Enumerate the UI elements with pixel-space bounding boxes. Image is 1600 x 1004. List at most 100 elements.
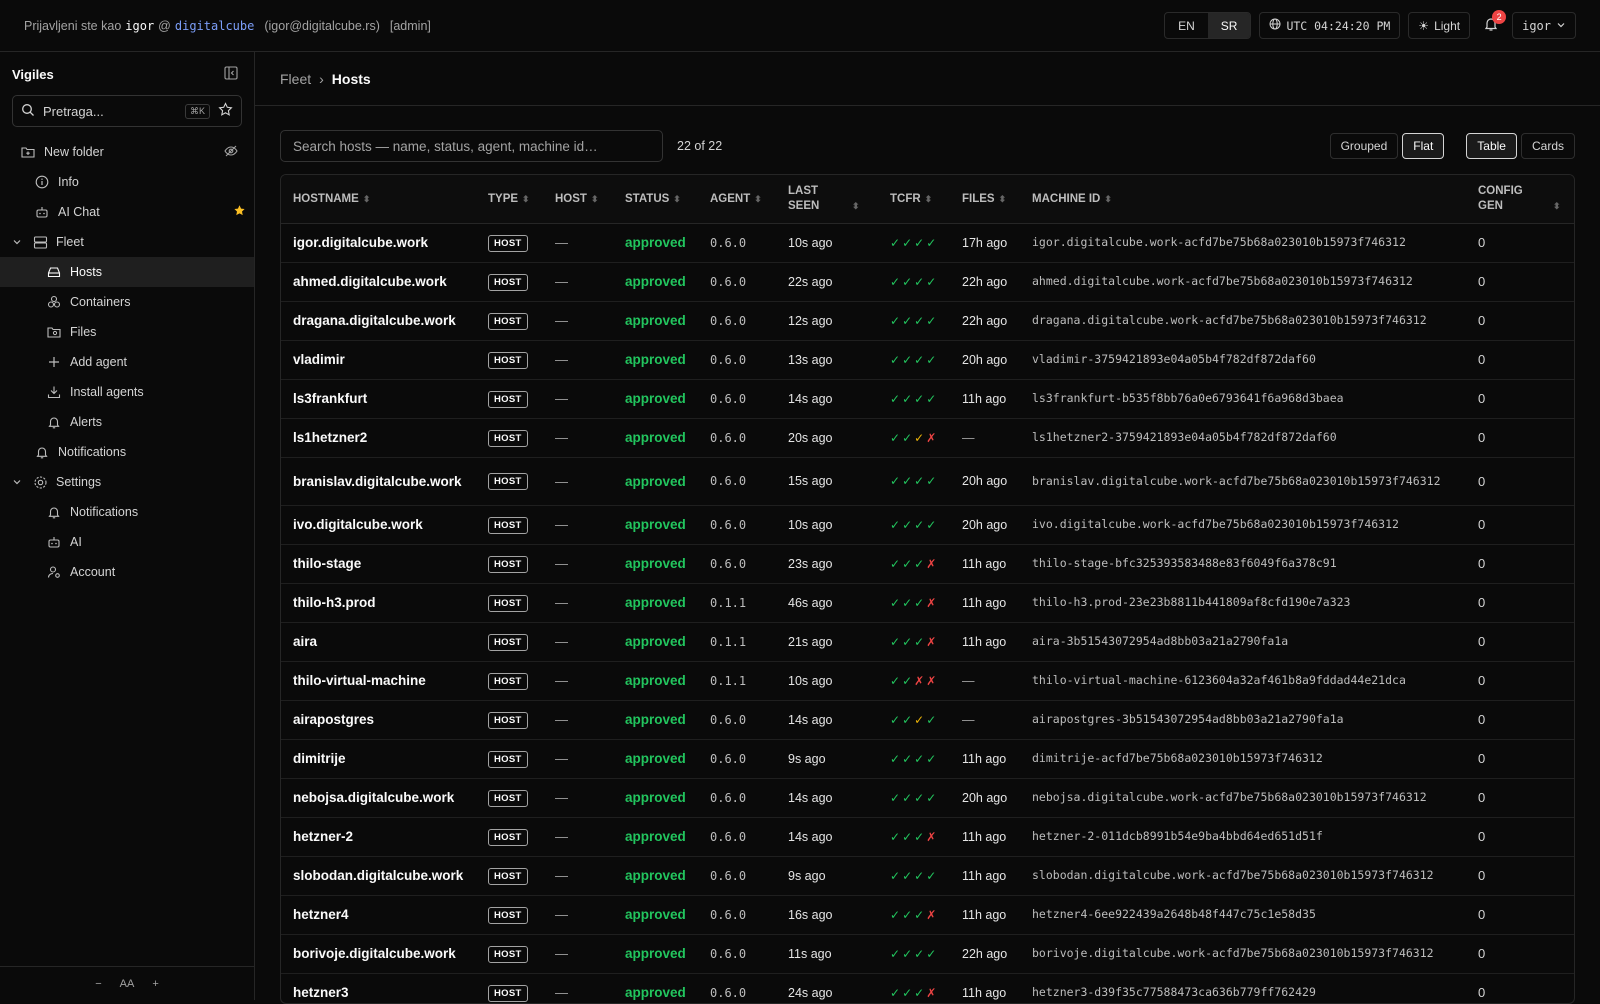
table-row[interactable]: dragana.digitalcube.work HOST — approved 0.6… (281, 301, 1574, 341)
machine-id-cell: ahmed.digitalcube.work-acfd7be75b68a0230… (1020, 262, 1466, 302)
table-row[interactable]: ahmed.digitalcube.work HOST — approved 0.6.0… (281, 262, 1574, 302)
tcfr-ok-icon: ✓ (926, 868, 939, 883)
table-row[interactable]: borivoje.digitalcube.work HOST — approved 0.… (281, 934, 1574, 974)
col-agent[interactable]: AGENT ⬍ (698, 175, 776, 224)
table-row[interactable]: hetzner4 HOST — approved 0.6.0 16s ago ✓✓✓✗ 11h… (281, 895, 1574, 935)
table-row[interactable]: igor.digitalcube.work HOST — approved 0.6.0 1… (281, 223, 1574, 263)
sort-icon: ⬍ (362, 193, 371, 204)
user-menu-button[interactable]: igor (1512, 12, 1576, 39)
table-row[interactable]: thilo-stage HOST — approved 0.6.0 23s ago ✓✓✓✗… (281, 544, 1574, 584)
chevron-down-icon (1556, 19, 1566, 33)
chevron-down-icon[interactable] (12, 477, 26, 487)
table-row[interactable]: vladimir HOST — approved 0.6.0 13s ago ✓✓✓✓ 20h… (281, 340, 1574, 380)
clock-button[interactable]: UTC 04:24:20 PM (1259, 12, 1401, 39)
star-filled-icon[interactable] (233, 204, 246, 220)
agent-version-cell: 0.6.0 (698, 340, 776, 380)
theme-toggle[interactable]: ☀ Light (1408, 12, 1471, 39)
table-row[interactable]: aira HOST — approved 0.1.1 21s ago ✓✓✓✗ 11h ago… (281, 622, 1574, 662)
sidebar-item-alerts[interactable]: Alerts (0, 407, 254, 437)
tcfr-cell: ✓✓✓✗ (878, 817, 950, 857)
sidebar-item-settings-notifications[interactable]: Notifications (0, 497, 254, 527)
sidebar-item-add-agent[interactable]: Add agent (0, 347, 254, 377)
sidebar-item-notifications[interactable]: Notifications (0, 437, 254, 467)
tcfr-cell: ✓✓✓✓ (878, 223, 950, 263)
bell-ring-icon (46, 414, 62, 430)
table-row[interactable]: nebojsa.digitalcube.work HOST — approved 0.6… (281, 778, 1574, 818)
col-machine-id[interactable]: MACHINE ID ⬍ (1020, 175, 1466, 224)
files-cell: 20h ago (950, 340, 1020, 380)
tcfr-cell: ✓✓✓✓ (878, 856, 950, 896)
agent-version-cell: 0.6.0 (698, 856, 776, 896)
table-row[interactable]: ls1hetzner2 HOST — approved 0.6.0 20s ago ✓✓✓✗… (281, 418, 1574, 458)
sidebar-search-input[interactable]: Pretraga... ⌘K (12, 95, 242, 127)
col-type[interactable]: TYPE ⬍ (476, 175, 543, 224)
sidebar-item-install-agents[interactable]: Install agents (0, 377, 254, 407)
col-config-gen[interactable]: CONFIG GEN ⬍ (1466, 175, 1574, 224)
table-row[interactable]: airapostgres HOST — approved 0.6.0 14s ago ✓✓✓… (281, 700, 1574, 740)
table-view-button[interactable]: Table (1466, 133, 1517, 159)
table-row[interactable]: branislav.digitalcube.work HOST — approved 0… (281, 457, 1574, 506)
col-status[interactable]: STATUS ⬍ (613, 175, 698, 224)
table-row[interactable]: ls3frankfurt HOST — approved 0.6.0 14s ago ✓✓✓… (281, 379, 1574, 419)
sidebar-item-containers[interactable]: Containers (0, 287, 254, 317)
host-search-placeholder: Search hosts — name, status, agent, mach… (293, 138, 598, 154)
lang-en-button[interactable]: EN (1165, 13, 1208, 38)
font-decrease-button[interactable]: − (95, 978, 101, 990)
lang-sr-button[interactable]: SR (1207, 13, 1251, 38)
table-row[interactable]: thilo-h3.prod HOST — approved 0.1.1 46s ago ✓✓… (281, 583, 1574, 623)
tcfr-ok-icon: ✓ (914, 829, 927, 844)
table-row[interactable]: hetzner3 HOST — approved 0.6.0 24s ago ✓✓✓✗ 11h… (281, 973, 1574, 1003)
sort-icon: ⬍ (673, 193, 681, 204)
table-row[interactable]: dimitrije HOST — approved 0.6.0 9s ago ✓✓✓✓ 11h… (281, 739, 1574, 779)
notifications-button[interactable]: 2 (1478, 9, 1507, 39)
machine-id-cell: thilo-virtual-machine-6123604a32af461b8a… (1020, 661, 1466, 701)
sidebar-item-fleet[interactable]: Fleet (0, 227, 254, 257)
col-files[interactable]: FILES ⬍ (950, 175, 1020, 224)
col-tcfr[interactable]: TCFR ⬍ (878, 175, 950, 224)
col-host[interactable]: HOST ⬍ (543, 175, 613, 224)
host-cell: — (543, 583, 613, 623)
breadcrumb-fleet-link[interactable]: Fleet (280, 71, 311, 87)
table-row[interactable]: ivo.digitalcube.work HOST — approved 0.6.0 10… (281, 505, 1574, 545)
user-cog-icon (46, 564, 62, 580)
col-hostname[interactable]: HOSTNAME ⬍ (281, 175, 476, 224)
sidebar-item-settings[interactable]: Settings (0, 467, 254, 497)
tcfr-ok-icon: ✓ (902, 985, 915, 1000)
tcfr-ok-icon: ✓ (902, 595, 915, 610)
type-cell: HOST (476, 700, 543, 740)
col-last-seen[interactable]: LAST SEEN ⬍ (776, 175, 878, 224)
sidebar-item-hosts[interactable]: Hosts (0, 257, 254, 287)
type-cell: HOST (476, 934, 543, 974)
host-search-input[interactable]: Search hosts — name, status, agent, mach… (280, 130, 663, 162)
sidebar-item-files[interactable]: Files (0, 317, 254, 347)
agent-version-cell: 0.6.0 (698, 262, 776, 302)
machine-id-cell: vladimir-3759421893e04a05b4f782df872daf6… (1020, 340, 1466, 380)
eye-off-icon[interactable] (224, 144, 238, 161)
sidebar-item-account[interactable]: Account (0, 557, 254, 587)
sidebar-item-ai-chat[interactable]: AI Chat (0, 197, 254, 227)
host-cell: — (543, 856, 613, 896)
flat-button[interactable]: Flat (1402, 133, 1445, 159)
star-outline-icon[interactable] (218, 102, 233, 120)
chevron-down-icon[interactable] (12, 237, 26, 247)
config-gen-cell: 0 (1466, 544, 1574, 584)
tcfr-ok-icon: ✓ (902, 235, 915, 250)
config-gen-cell: 0 (1466, 934, 1574, 974)
sidebar-item-new-folder[interactable]: New folder (0, 137, 254, 167)
sidebar-item-settings-ai[interactable]: AI (0, 527, 254, 557)
sidebar-item-info[interactable]: Info (0, 167, 254, 197)
table-row[interactable]: slobodan.digitalcube.work HOST — approved 0.… (281, 856, 1574, 896)
table-row[interactable]: thilo-virtual-machine HOST — approved 0.1.1 1… (281, 661, 1574, 701)
machine-id-cell: ls3frankfurt-b535f8bb76a0e6793641f6a968d… (1020, 379, 1466, 419)
hostname-cell: aira (281, 622, 476, 662)
cards-view-button[interactable]: Cards (1520, 133, 1575, 159)
grouped-button[interactable]: Grouped (1329, 133, 1399, 159)
font-increase-button[interactable]: + (152, 978, 158, 990)
table-row[interactable]: hetzner-2 HOST — approved 0.6.0 14s ago ✓✓✓✗ 11… (281, 817, 1574, 857)
tcfr-ok-icon: ✓ (902, 868, 915, 883)
login-role: [admin] (389, 18, 431, 33)
collapse-sidebar-icon[interactable] (224, 66, 238, 83)
files-cell: 11h ago (950, 379, 1020, 419)
files-cell: 11h ago (950, 817, 1020, 857)
last-seen-cell: 9s ago (776, 856, 878, 896)
